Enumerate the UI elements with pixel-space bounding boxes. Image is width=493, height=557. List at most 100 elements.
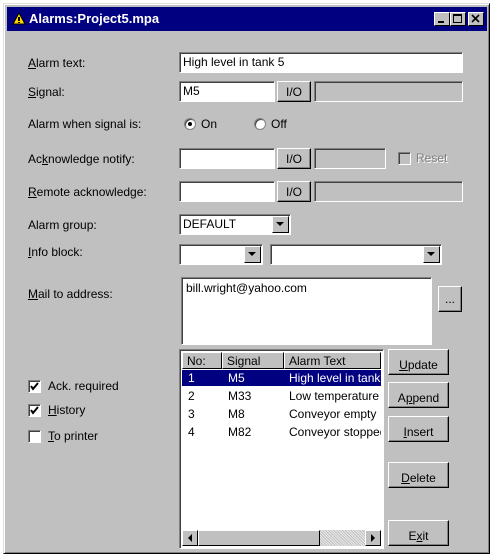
info-block-2-chevron-down-icon[interactable]: [423, 246, 440, 263]
alarm-list[interactable]: No: Signal Alarm Text 1 M5 High level in…: [179, 349, 384, 549]
alarm-group-chevron-down-icon[interactable]: [272, 216, 289, 233]
row-alarm-text: Low temperature: [289, 389, 380, 403]
row-no: 2: [188, 389, 195, 403]
mail-browse-label: ...: [444, 292, 455, 306]
append-label-accel: p: [405, 391, 413, 405]
row-no: 1: [188, 371, 195, 385]
exit-button[interactable]: Exit: [388, 520, 449, 546]
alarm-bell-icon: [12, 11, 26, 25]
info-block-label: Info block:: [28, 245, 83, 259]
ack-notify-input[interactable]: [179, 148, 275, 169]
update-label-rest: pdate: [407, 358, 438, 372]
signal-io-label: I/O: [285, 85, 302, 99]
checkmark-icon: [30, 382, 39, 391]
alarm-group-label: Alarm group:: [28, 218, 97, 232]
alarm-text-label-accel: A: [28, 56, 37, 70]
signal-label-accel: S: [28, 85, 37, 99]
column-header-no[interactable]: No:: [182, 352, 222, 369]
table-row[interactable]: 3 M8 Conveyor empty: [182, 406, 381, 422]
alarm-when-on-radio[interactable]: [184, 118, 196, 130]
history-checkbox[interactable]: [28, 404, 41, 417]
ack-notify-io-button[interactable]: I/O: [277, 148, 311, 169]
info-block-select-1[interactable]: [179, 244, 263, 265]
checkmark-icon: [30, 406, 39, 415]
info-block-select-2[interactable]: [270, 244, 442, 265]
exit-label-pre: E: [408, 529, 417, 543]
ack-notify-label-pre: Ac: [28, 152, 43, 166]
alarm-when-on-label: On: [201, 117, 218, 131]
ack-required-checkbox[interactable]: [28, 380, 41, 393]
window-title: Alarms:Project5.mpa: [29, 11, 160, 26]
signal-label-rest: ignal:: [36, 85, 65, 99]
table-row[interactable]: 4 M82 Conveyor stopped: [182, 424, 381, 440]
row-signal: M5: [228, 371, 245, 385]
table-row[interactable]: 1 M5 High level in tank 5: [182, 370, 381, 386]
table-row[interactable]: 2 M33 Low temperature: [182, 388, 381, 404]
signal-label: Signal:: [28, 85, 65, 99]
remote-ack-io-label: I/O: [285, 185, 302, 199]
scroll-thumb[interactable]: [198, 530, 320, 546]
update-button[interactable]: Update: [388, 349, 449, 375]
title-bar[interactable]: Alarms:Project5.mpa: [7, 7, 487, 31]
scroll-right-button[interactable]: [365, 530, 381, 546]
alarm-group-select[interactable]: DEFAULT: [179, 214, 291, 235]
signal-input[interactable]: M5: [179, 81, 275, 102]
chevron-left-icon: [188, 534, 192, 542]
row-alarm-text: Conveyor empty: [289, 407, 377, 421]
history-label-accel: H: [48, 403, 57, 417]
remote-ack-label-accel: R: [28, 185, 37, 199]
close-button[interactable]: [468, 12, 484, 26]
reset-checkbox: [398, 152, 411, 165]
maximize-button[interactable]: [450, 12, 466, 26]
remote-ack-label-rest: emote acknowledge:: [36, 185, 147, 199]
mail-address-input[interactable]: bill.wright@yahoo.com: [181, 277, 432, 345]
close-icon: [471, 14, 480, 23]
column-header-signal[interactable]: Signal: [222, 352, 284, 369]
horizontal-scrollbar[interactable]: [182, 530, 381, 546]
reset-label: Reset: [416, 151, 448, 165]
row-alarm-text: High level in tank 5: [289, 371, 381, 385]
row-alarm-text: Conveyor stopped: [289, 425, 381, 439]
mail-label: Mail to address:: [28, 287, 113, 301]
ack-notify-label: Acknowledge notify:: [28, 152, 135, 166]
ack-notify-description-field: [314, 148, 386, 169]
minimize-icon: [438, 21, 444, 23]
remote-ack-label: Remote acknowledge:: [28, 185, 147, 199]
insert-button[interactable]: Insert: [388, 416, 449, 442]
info-block-1-chevron-down-icon[interactable]: [244, 246, 261, 263]
delete-button[interactable]: Delete: [388, 462, 449, 488]
column-header-alarm-text[interactable]: Alarm Text: [284, 352, 381, 369]
delete-label-rest: elete: [409, 471, 436, 485]
signal-io-button[interactable]: I/O: [277, 81, 311, 102]
alarm-text-input[interactable]: High level in tank 5: [179, 52, 463, 73]
info-block-label-rest: nfo block:: [31, 245, 83, 259]
alarm-text-label: Alarm text:: [28, 56, 85, 70]
mail-label-accel: M: [28, 287, 38, 301]
scroll-left-button[interactable]: [182, 530, 198, 546]
ack-notify-label-rest: nowledge notify:: [48, 152, 135, 166]
alarm-when-off-label: Off: [271, 117, 287, 131]
mail-browse-button[interactable]: ...: [438, 286, 462, 312]
alarm-text-label-rest: larm text:: [36, 56, 86, 70]
to-printer-checkbox[interactable]: [28, 430, 41, 443]
chevron-right-icon: [371, 534, 375, 542]
update-label-accel: U: [399, 358, 408, 372]
remote-ack-input[interactable]: [179, 181, 275, 202]
row-signal: M82: [228, 425, 252, 439]
exit-label-accel: x: [416, 529, 423, 543]
delete-label-accel: D: [401, 471, 410, 485]
alarm-when-off-radio[interactable]: [254, 118, 266, 130]
maximize-icon: [453, 14, 462, 23]
history-label-rest: istory: [56, 403, 86, 417]
history-label: History: [48, 403, 85, 417]
remote-ack-io-button[interactable]: I/O: [277, 181, 311, 202]
row-signal: M8: [228, 407, 245, 421]
minimize-button[interactable]: [434, 12, 450, 26]
alarm-when-label: Alarm when signal is:: [28, 117, 142, 131]
mail-label-rest: ail to address:: [38, 287, 113, 301]
signal-description-field: [314, 81, 463, 102]
alarm-group-value: DEFAULT: [183, 217, 237, 231]
exit-label-rest: it: [422, 529, 429, 543]
append-button[interactable]: Append: [388, 382, 449, 408]
ack-required-label: Ack. required: [48, 379, 119, 393]
